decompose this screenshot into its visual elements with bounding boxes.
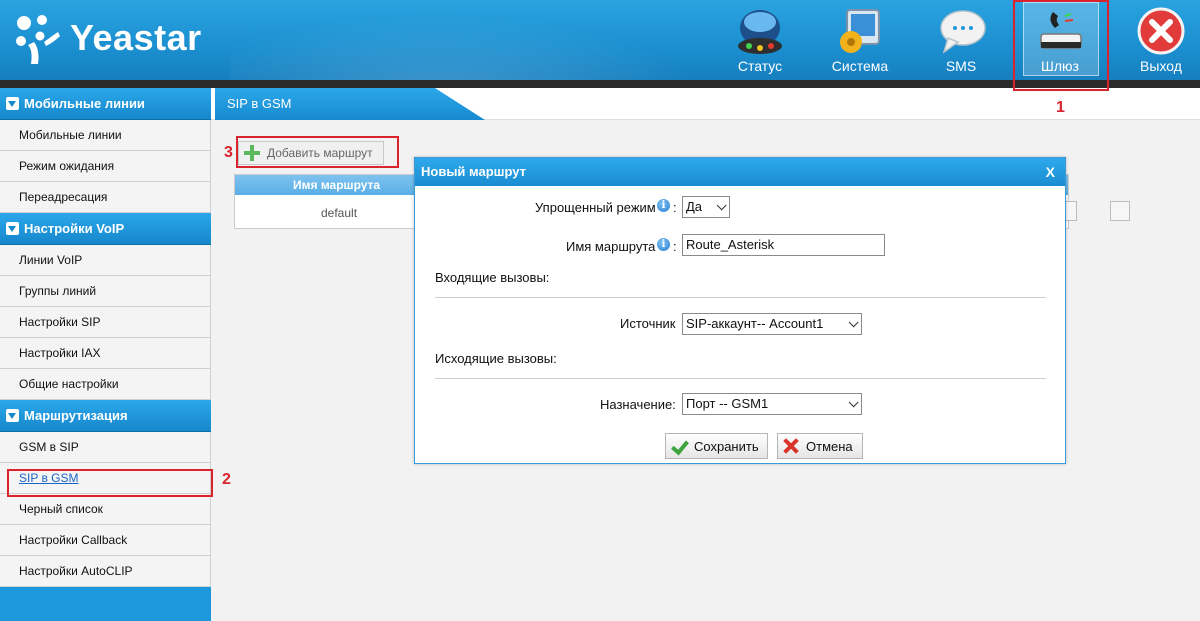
- collapse-arrow-icon: [6, 222, 19, 235]
- sidebar-item-blacklist[interactable]: Черный список: [0, 494, 211, 525]
- nav-status-label: Статус: [737, 58, 783, 74]
- simple-mode-select[interactable]: Да: [682, 196, 730, 218]
- incoming-calls-heading: Входящие вызовы:: [435, 270, 550, 285]
- chevron-down-icon: [848, 397, 859, 408]
- annotation-number-1: 1: [1056, 99, 1065, 116]
- source-select[interactable]: SIP-аккаунт-- Account1: [682, 313, 862, 335]
- sidebar-item-autoclip-settings[interactable]: Настройки AutoCLIP: [0, 556, 211, 587]
- sidebar-item-standby-mode[interactable]: Режим ожидания: [0, 151, 211, 182]
- sidebar-item-line-groups[interactable]: Группы линий: [0, 276, 211, 307]
- save-button[interactable]: Сохранить: [665, 433, 768, 459]
- annotation-box-add-route: [236, 136, 399, 168]
- chevron-down-icon: [848, 317, 859, 328]
- sidebar-item-callback-settings[interactable]: Настройки Callback: [0, 525, 211, 556]
- collapse-arrow-icon: [6, 97, 19, 110]
- nav-system-button[interactable]: Система: [815, 0, 905, 80]
- annotation-box-sip-to-gsm: [7, 469, 213, 497]
- sidebar-item-voip-lines[interactable]: Линии VoIP: [0, 245, 211, 276]
- sidebar-section-voip-settings[interactable]: Настройки VoIP: [0, 213, 211, 245]
- sidebar-item-sip-settings[interactable]: Настройки SIP: [0, 307, 211, 338]
- logo: Yeastar: [14, 12, 202, 64]
- divider: [435, 297, 1046, 299]
- sidebar: Мобильные линии Мобильные линии Режим ож…: [0, 88, 211, 621]
- exit-icon: [1134, 6, 1188, 58]
- nav-sms-label: SMS: [945, 58, 977, 74]
- outgoing-calls-heading: Исходящие вызовы:: [435, 351, 557, 366]
- destination-label: Назначение:: [600, 397, 676, 412]
- status-icon: [733, 6, 787, 58]
- new-route-dialog: Новый маршрут X Упрощенный режим i : Да …: [414, 157, 1066, 464]
- close-icon[interactable]: X: [1046, 158, 1055, 186]
- nav-exit-label: Выход: [1140, 58, 1182, 74]
- info-icon[interactable]: i: [657, 238, 670, 251]
- sidebar-item-iax-settings[interactable]: Настройки IAX: [0, 338, 211, 369]
- nav-sms-button[interactable]: SMS: [916, 0, 1006, 80]
- chevron-down-icon: [716, 200, 727, 211]
- destination-select[interactable]: Порт -- GSM1: [682, 393, 862, 415]
- divider: [435, 378, 1046, 380]
- info-icon[interactable]: i: [657, 199, 670, 212]
- collapse-arrow-icon: [6, 409, 19, 422]
- nav-exit-button[interactable]: Выход: [1116, 0, 1200, 80]
- annotation-box-gateway: [1013, 0, 1109, 91]
- sidebar-item-mobile-lines[interactable]: Мобильные линии: [0, 120, 211, 151]
- simple-mode-label: Упрощенный режим: [535, 200, 656, 215]
- sms-icon: [934, 6, 988, 58]
- tab-strip: SIP в GSM: [211, 88, 1200, 120]
- route-name-label: Имя маршрута: [566, 239, 656, 254]
- nav-status-button[interactable]: Статус: [715, 0, 805, 80]
- route-name-input[interactable]: Route_Asterisk: [682, 234, 885, 256]
- sidebar-item-general-settings[interactable]: Общие настройки: [0, 369, 211, 400]
- tab-sip-to-gsm[interactable]: SIP в GSM: [215, 88, 485, 120]
- sidebar-item-forwarding[interactable]: Переадресация: [0, 182, 211, 213]
- nav-system-label: Система: [831, 58, 889, 74]
- source-label: Источник: [620, 316, 676, 331]
- sidebar-section-mobile-lines[interactable]: Мобильные линии: [0, 88, 211, 120]
- logo-text: Yeastar: [70, 17, 202, 58]
- annotation-number-2: 2: [222, 471, 231, 488]
- sidebar-item-gsm-to-sip[interactable]: GSM в SIP: [0, 432, 211, 463]
- dialog-title-bar: Новый маршрут X: [415, 158, 1065, 186]
- yeastar-logo-icon: [14, 12, 64, 64]
- column-route-name: Имя маршрута: [293, 178, 381, 192]
- annotation-number-3: 3: [224, 144, 233, 161]
- checkmark-icon: [670, 437, 688, 455]
- system-icon: [833, 6, 887, 58]
- cross-icon: [782, 437, 800, 455]
- delete-icon[interactable]: [1110, 201, 1130, 221]
- route-name-cell: default: [321, 206, 358, 220]
- sidebar-section-routing[interactable]: Маршрутизация: [0, 400, 211, 432]
- dialog-title: Новый маршрут: [421, 164, 527, 179]
- cancel-button[interactable]: Отмена: [777, 433, 863, 459]
